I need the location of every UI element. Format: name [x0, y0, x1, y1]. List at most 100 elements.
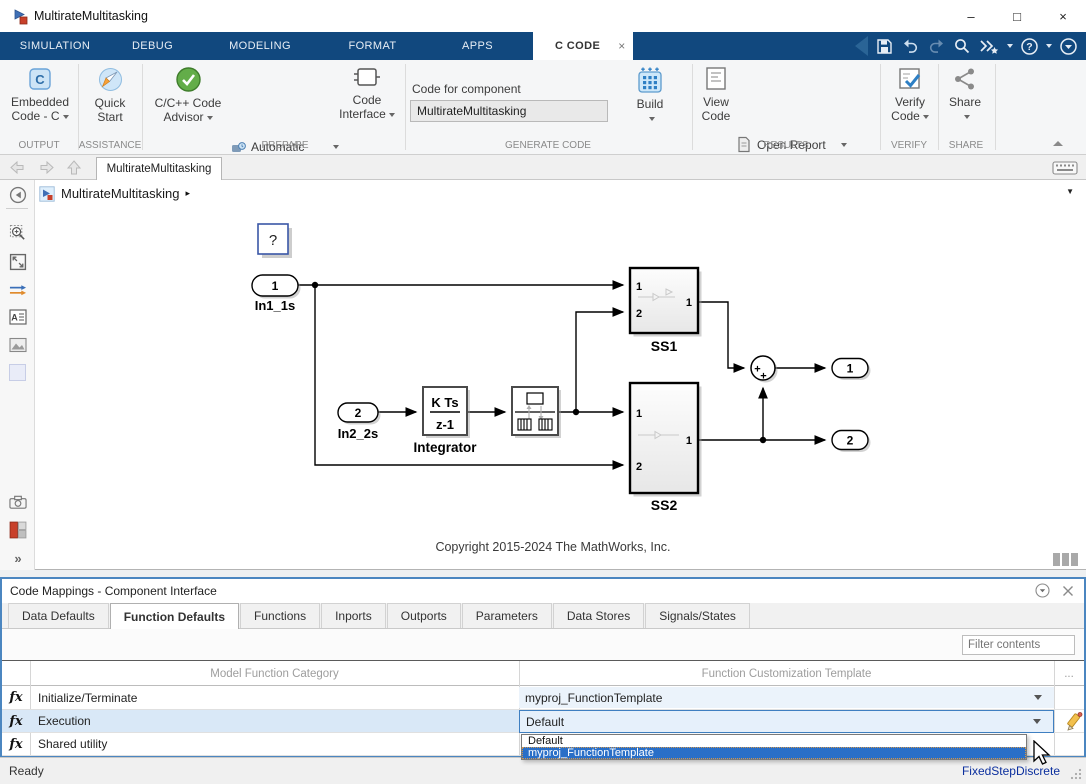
tab-outports[interactable]: Outports — [387, 603, 461, 628]
panel-minimize-icon[interactable] — [1035, 583, 1050, 598]
breadcrumb-model[interactable]: MultirateMultitasking — [61, 186, 180, 201]
template-combo-execution[interactable]: Default — [519, 710, 1054, 733]
embedded-code-button[interactable]: C Embedded Code - C — [4, 66, 76, 123]
help-icon[interactable]: ? — [1020, 37, 1039, 56]
build-button[interactable]: Build — [624, 66, 676, 125]
screenshot-icon[interactable] — [9, 493, 27, 511]
code-interface-icon — [353, 66, 381, 90]
tab-data-stores[interactable]: Data Stores — [553, 603, 644, 628]
svg-text:1: 1 — [636, 408, 642, 420]
view-code-button[interactable]: View Code — [694, 66, 738, 123]
group-label-assistance: ASSISTANCE — [79, 140, 142, 151]
search-icon[interactable] — [953, 37, 971, 55]
mouse-cursor — [1032, 740, 1054, 766]
maximize-button[interactable]: □ — [994, 0, 1040, 32]
document-tab[interactable]: MultirateMultitasking — [96, 157, 222, 180]
expand-palette-icon[interactable]: » — [9, 549, 27, 567]
column-header-category[interactable]: Model Function Category — [30, 661, 519, 686]
toolstrip-options-icon[interactable] — [1059, 37, 1078, 56]
model-canvas[interactable]: ? 1 In1_1s 2 In2_2s K Ts — [35, 207, 1086, 570]
code-for-component-input[interactable] — [410, 100, 608, 122]
panel-title: Code Mappings - Component Interface — [10, 584, 217, 598]
ss2-subsystem-block[interactable]: 1 2 1 SS2 — [630, 383, 702, 513]
save-icon[interactable] — [875, 37, 894, 56]
help-block[interactable]: ? — [258, 224, 292, 258]
outport2-block[interactable]: 2 — [832, 431, 871, 453]
build-config-icon — [231, 141, 246, 154]
chevron-down-icon — [1034, 695, 1042, 700]
column-header-template[interactable]: Function Customization Template — [519, 661, 1054, 686]
panel-close-icon[interactable] — [1062, 585, 1074, 597]
rate-transition-block[interactable] — [512, 387, 561, 438]
breadcrumb-arrow-icon[interactable]: ▸ — [186, 188, 191, 199]
tab-parameters[interactable]: Parameters — [462, 603, 552, 628]
minimize-button[interactable]: – — [948, 0, 994, 32]
help-caret-icon[interactable] — [1046, 44, 1052, 48]
filter-input[interactable] — [962, 635, 1075, 655]
redo-icon[interactable] — [927, 37, 946, 56]
code-interface-dropdown[interactable]: Code Interface — [336, 66, 398, 121]
status-bar: Ready FixedStepDiscrete — [0, 757, 1086, 784]
tab-c-code[interactable]: C CODE × — [533, 32, 633, 60]
tab-debug[interactable]: DEBUG — [110, 32, 195, 60]
dropdown-caret-icon — [389, 113, 395, 117]
area-icon[interactable] — [9, 364, 26, 381]
tab-function-defaults[interactable]: Function Defaults — [110, 603, 239, 629]
table-row-initialize-terminate[interactable]: fx Initialize/Terminate myproj_FunctionT… — [2, 686, 1084, 710]
sum-block[interactable]: + + — [751, 356, 778, 383]
up-icon[interactable] — [66, 159, 82, 176]
favorites-caret-icon[interactable] — [1007, 44, 1013, 48]
annotation-icon[interactable]: A — [9, 308, 27, 326]
build-icon — [635, 66, 665, 94]
tab-format[interactable]: FORMAT — [325, 32, 420, 60]
keyboard-icon[interactable] — [1052, 161, 1078, 175]
template-combo-initialize[interactable]: myproj_FunctionTemplate — [519, 687, 1054, 708]
tab-close-icon[interactable]: × — [618, 39, 625, 53]
tab-data-defaults[interactable]: Data Defaults — [8, 603, 109, 628]
edit-pencil-icon[interactable] — [1065, 711, 1084, 732]
dropdown-option-default[interactable]: Default — [522, 735, 1026, 747]
collapse-ribbon-icon[interactable] — [1050, 138, 1066, 150]
zoom-region-icon[interactable] — [9, 224, 27, 242]
splitter[interactable] — [0, 570, 1086, 577]
fx-icon: fx — [2, 733, 30, 755]
dropdown-option-myproj[interactable]: myproj_FunctionTemplate — [522, 747, 1026, 759]
table-row-execution[interactable]: fx Execution Default — [2, 710, 1084, 733]
quick-start-button[interactable]: Quick Start — [82, 66, 138, 124]
tab-apps[interactable]: APPS — [435, 32, 520, 60]
fit-to-view-icon[interactable] — [9, 253, 27, 271]
signal-routing-icon[interactable] — [9, 281, 27, 299]
dropdown-caret-icon — [964, 115, 970, 119]
forward-icon[interactable] — [38, 160, 56, 175]
dropdown-caret-icon — [841, 143, 847, 147]
simulink-window: MultirateMultitasking – □ × SIMULATION D… — [0, 0, 1086, 784]
solver-link[interactable]: FixedStepDiscrete — [962, 764, 1060, 778]
tab-functions[interactable]: Functions — [240, 603, 320, 628]
svg-text:K Ts: K Ts — [431, 395, 458, 410]
tab-inports[interactable]: Inports — [321, 603, 386, 628]
canvas-corner-icon[interactable] — [1053, 553, 1078, 566]
code-advisor-button[interactable]: C/C++ Code Advisor — [148, 66, 228, 124]
outport1-block[interactable]: 1 — [832, 359, 871, 381]
tab-signals-states[interactable]: Signals/States — [645, 603, 750, 628]
tab-simulation[interactable]: SIMULATION — [10, 32, 100, 60]
undo-icon[interactable] — [901, 37, 920, 56]
svg-text:?: ? — [1026, 41, 1032, 53]
verify-code-button[interactable]: Verify Code — [884, 66, 936, 123]
ss1-subsystem-block[interactable]: 1 2 1 SS1 — [630, 268, 702, 354]
dropdown-caret-icon — [923, 115, 929, 119]
inport1-block[interactable]: 1 In1_1s — [252, 275, 301, 313]
column-header-more[interactable]: ... — [1054, 661, 1084, 686]
sidebar-toggle-icon[interactable] — [9, 186, 27, 204]
tab-modeling[interactable]: MODELING — [205, 32, 315, 60]
share-button[interactable]: Share — [941, 66, 989, 123]
inport2-block[interactable]: 2 In2_2s — [338, 403, 381, 441]
image-icon[interactable] — [9, 336, 27, 354]
close-button[interactable]: × — [1040, 0, 1086, 32]
breadcrumb-dropdown-icon[interactable]: ▼ — [1066, 187, 1074, 196]
integrator-block[interactable]: K Ts z-1 Integrator — [413, 387, 477, 455]
viewmarks-icon[interactable] — [9, 521, 27, 539]
resize-grip-icon[interactable] — [1070, 768, 1082, 780]
back-icon[interactable] — [8, 160, 26, 175]
favorites-icon[interactable] — [978, 37, 1000, 56]
